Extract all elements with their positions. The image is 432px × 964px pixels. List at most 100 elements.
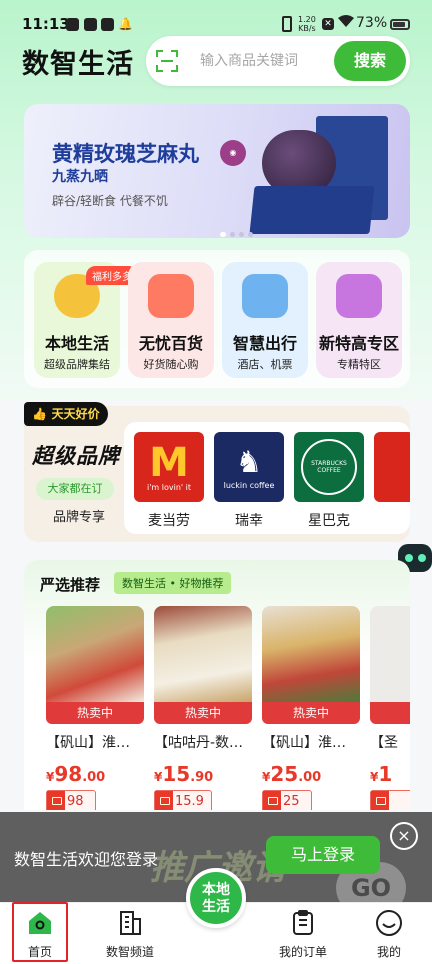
category-sublabel: 专精特区 — [337, 358, 381, 371]
brand-luckin[interactable]: ♞ luckin coffee 瑞幸 — [214, 432, 284, 530]
carousel-dot — [220, 232, 226, 237]
luckin-logo-icon: ♞ luckin coffee — [214, 432, 284, 502]
category-label: 本地生活 — [44, 334, 109, 353]
building-icon — [116, 909, 144, 937]
brand-mcdonalds[interactable]: M i'm lovin' it 麦当劳 — [134, 432, 204, 530]
daily-deal-badge: 👍 天天好价 — [24, 402, 108, 426]
red-packet-icon — [263, 791, 281, 810]
brand-section: 👍 天天好价 超级品牌 大家都在订 品牌专享 M i'm lovin' it 麦… — [24, 402, 410, 542]
close-icon[interactable]: × — [390, 822, 418, 850]
brand-logo-text: luckin coffee — [223, 480, 275, 490]
search-bar[interactable]: 搜索 — [146, 36, 410, 86]
category-grid: 福利多多 本地生活 超级品牌集结 无忧百货 好货随心购 智慧出行 酒店、机票 新… — [24, 250, 410, 388]
super-brand-headline: 超级品牌 — [32, 444, 120, 468]
product-card[interactable]: 热卖中 【咕咕丹-数… ¥15.90 15.9 — [154, 606, 252, 810]
category-general-goods[interactable]: 无忧百货 好货随心购 — [128, 262, 214, 378]
brand-name: 瑞幸 — [235, 513, 263, 529]
product-name: 【圣 — [370, 735, 398, 751]
search-input[interactable] — [200, 48, 320, 74]
recommend-tag: 数智生活 • 好物推荐 — [114, 572, 232, 594]
mcdonalds-logo-icon: M i'm lovin' it — [134, 432, 204, 502]
product-price: ¥25.00 — [262, 762, 322, 786]
coupon-tag: 98 — [46, 790, 96, 810]
hot-sale-label: 热卖中 — [154, 702, 252, 724]
signal-off-icon: ✕ — [322, 18, 334, 30]
category-sublabel: 酒店、机票 — [237, 358, 293, 371]
product-price: ¥15.90 — [154, 762, 214, 786]
brand-logo-text: STARBUCKS COFFEE — [301, 439, 357, 495]
brand-name: 星巴克 — [308, 513, 350, 529]
red-packet-icon — [47, 791, 65, 810]
product-image — [154, 606, 252, 702]
brand-starbucks[interactable]: STARBUCKS COFFEE 星巴克 — [294, 432, 364, 530]
product-image — [370, 606, 410, 702]
recommend-title: 严选推荐 — [40, 576, 101, 594]
banner-tagline: 辟谷/轻断食 代餐不饥 — [52, 194, 168, 208]
recommend-section: 严选推荐 数智生活 • 好物推荐 热卖中 【矾山】淮… ¥98.00 98 热卖… — [24, 560, 410, 810]
category-sublabel: 好货随心购 — [143, 358, 199, 371]
brand-logo-icon — [374, 432, 410, 502]
category-special-zone[interactable]: 新特高专区 专精特区 — [316, 262, 402, 378]
home-selected-highlight — [12, 902, 68, 962]
category-local-life[interactable]: 福利多多 本地生活 超级品牌集结 — [34, 262, 138, 378]
product-card[interactable]: 热卖中 【矾山】淮… ¥25.00 25 — [262, 606, 360, 810]
category-label: 新特高专区 — [318, 334, 399, 353]
product-card[interactable]: 热卖中 【矾山】淮… ¥98.00 98 — [46, 606, 144, 810]
gift-box-icon — [336, 274, 382, 318]
nav-label: 我的 — [376, 945, 401, 959]
nav-local-life-button[interactable]: 本地 生活 — [186, 868, 246, 928]
golden-arches-icon: M — [149, 439, 189, 486]
brand-logo-text: i'm lovin' it — [146, 482, 191, 492]
shopping-bag-icon — [148, 274, 194, 318]
carousel-dot — [230, 232, 235, 237]
starbucks-logo-icon: STARBUCKS COFFEE — [294, 432, 364, 502]
daily-deal-label: 天天好价 — [51, 407, 100, 421]
product-name: 【矾山】淮… — [262, 735, 346, 751]
center-button-line2: 生活 — [202, 899, 230, 915]
brand-exclusive-link[interactable]: 品牌专享 — [32, 506, 126, 525]
red-packet-icon — [371, 791, 389, 810]
search-button[interactable]: 搜索 — [334, 41, 406, 81]
category-sublabel: 超级品牌集结 — [44, 358, 110, 371]
app-notification-icon — [66, 18, 79, 31]
product-name: 【咕咕丹-数… — [154, 735, 244, 751]
login-message: 数智生活欢迎您登录 — [14, 850, 159, 869]
category-label: 无忧百货 — [138, 334, 203, 353]
orders-icon — [289, 909, 317, 937]
hot-sale-label: 热卖中 — [46, 702, 144, 724]
carousel-dot — [239, 232, 244, 237]
login-button[interactable]: 马上登录 — [266, 836, 380, 874]
battery-percent: 73% — [356, 15, 388, 31]
nav-label: 我的订单 — [278, 945, 327, 959]
product-price: ¥98.00 — [46, 762, 106, 786]
center-button-line1: 本地 — [202, 882, 230, 898]
carousel-dots — [220, 222, 257, 238]
wifi-icon — [338, 14, 354, 32]
nav-profile[interactable]: 我的 — [354, 909, 424, 961]
nav-orders[interactable]: 我的订单 — [268, 909, 338, 961]
product-name: 【矾山】淮… — [46, 735, 130, 751]
popular-pill: 大家都在订 — [36, 478, 114, 500]
nav-channel[interactable]: 数智频道 — [95, 909, 165, 961]
bell-icon: 🔔 — [118, 17, 133, 31]
network-speed: 1.20 KB/s — [298, 15, 316, 33]
status-time: 11:13 — [22, 15, 70, 33]
message-notification-icon — [101, 18, 114, 31]
play-notification-icon — [84, 18, 97, 31]
brand-list: M i'm lovin' it 麦当劳 ♞ luckin coffee 瑞幸 S… — [124, 422, 410, 534]
product-image — [262, 606, 360, 702]
promo-banner[interactable]: 黄精玫瑰芝麻丸 ◉ 九蒸九晒 辟谷/轻断食 代餐不饥 — [24, 104, 410, 238]
hot-sale-label — [370, 702, 410, 724]
brand-partial[interactable] — [374, 432, 410, 502]
brand-seal-icon: ◉ — [220, 140, 246, 166]
app-logo-title: 数智生活 — [22, 49, 134, 80]
red-packet-icon — [155, 791, 173, 810]
product-package-image — [249, 186, 375, 234]
coupon-tag: 15.9 — [154, 790, 212, 810]
category-smart-travel[interactable]: 智慧出行 酒店、机票 — [222, 262, 308, 378]
scan-icon[interactable] — [156, 50, 178, 72]
nav-label: 数智频道 — [105, 945, 154, 959]
banner-title: 黄精玫瑰芝麻丸 — [52, 142, 199, 166]
profile-icon — [375, 909, 403, 937]
product-card[interactable]: 【圣 ¥1 — [370, 606, 410, 810]
